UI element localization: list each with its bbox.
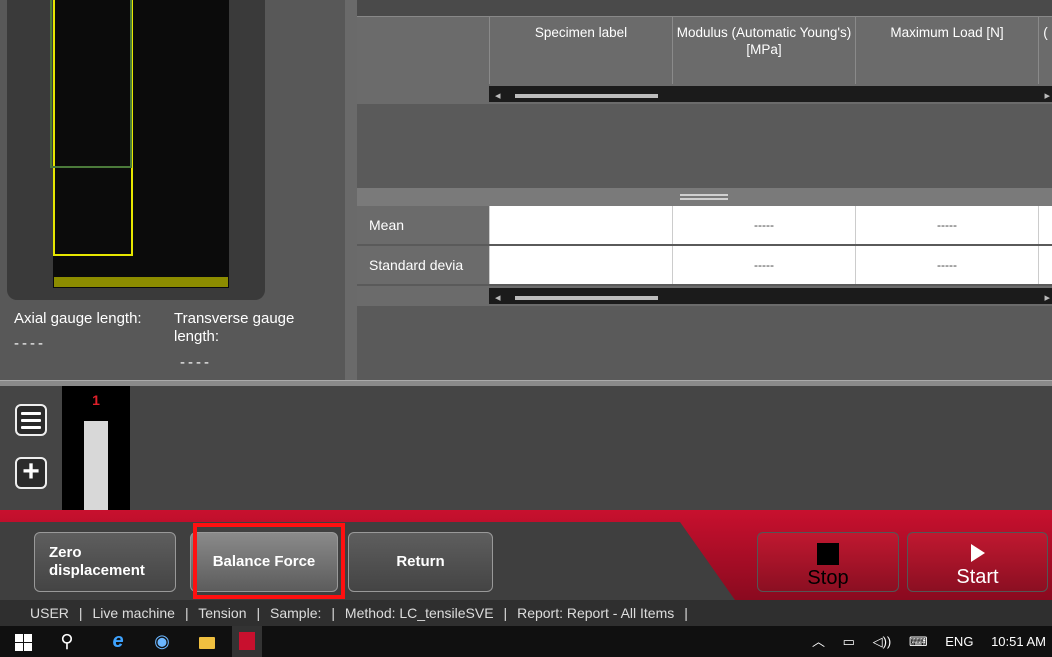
scroll-left-icon[interactable]: ◂ [495, 288, 501, 308]
grip-outline [50, 0, 132, 168]
specimen-tile[interactable]: 1 [62, 386, 130, 510]
app-window: Axial gauge length: ---- Transverse gaug… [0, 0, 1052, 657]
specimen-strip: + 1 [0, 386, 1052, 510]
stat-cell [489, 206, 672, 244]
stat-label: Mean [357, 206, 489, 244]
specimen-number: 1 [92, 392, 100, 408]
horizontal-scrollbar[interactable]: ◂ ▸ [489, 288, 1052, 304]
status-bar: USER | Live machine | Tension | Sample: | Me… [0, 600, 1052, 626]
menu-icon[interactable] [15, 404, 47, 436]
edge-browser-icon[interactable]: e [106, 626, 130, 657]
status-sample: Sample: [270, 605, 322, 621]
status-test-type: Tension [198, 605, 247, 621]
table-toolbar-strip [357, 0, 1052, 16]
return-button[interactable]: Return [348, 532, 493, 592]
stat-label: Standard devia [357, 246, 489, 284]
start-button[interactable]: Start [907, 532, 1048, 592]
axial-gauge-length: Axial gauge length: ---- [14, 310, 179, 352]
scroll-thumb[interactable] [515, 94, 658, 98]
stop-icon [817, 542, 839, 565]
lower-grip-bar [54, 277, 228, 287]
stat-cell: ----- [855, 246, 1038, 284]
scroll-right-icon[interactable]: ▸ [1044, 86, 1050, 106]
stop-button[interactable]: Stop [757, 532, 899, 592]
axial-gauge-label: Axial gauge length: [14, 310, 142, 327]
stat-cell [1038, 206, 1052, 244]
bluehill-app-icon[interactable] [232, 626, 262, 657]
search-icon[interactable]: ⚲ [55, 626, 79, 657]
highlight-box [193, 523, 345, 599]
media-player-icon[interactable]: ◉ [150, 626, 174, 657]
axial-gauge-value: ---- [14, 335, 46, 352]
horizontal-scrollbar[interactable]: ◂ ▸ [489, 86, 1052, 102]
network-icon[interactable]: ▭ [843, 634, 855, 649]
stat-row-standard-deviation: Standard devia ----- ----- [357, 246, 1052, 284]
windows-taskbar: ⚲ e ◉ ︿ ▭ ◁)) ⌨ ENG 10:51 AM [0, 626, 1052, 657]
status-report: Report: Report - All Items [517, 605, 675, 621]
language-indicator[interactable]: ENG [945, 634, 973, 649]
volume-icon[interactable]: ◁)) [873, 634, 892, 649]
clock[interactable]: 10:51 AM [991, 634, 1046, 649]
results-table: Specimen label Modulus (Automatic Young'… [357, 0, 1052, 380]
file-explorer-icon[interactable] [196, 626, 218, 657]
play-icon [970, 543, 985, 562]
transverse-gauge-value: ---- [180, 354, 212, 371]
status-method: Method: LC_tensileSVE [344, 605, 494, 621]
column-header-modulus[interactable]: Modulus (Automatic Young's) [MPa] [672, 17, 855, 85]
vertical-splitter[interactable] [345, 0, 357, 380]
keyboard-icon[interactable]: ⌨ [909, 634, 928, 649]
add-specimen-icon[interactable]: + [15, 457, 47, 489]
column-header-partial[interactable]: ( [1038, 17, 1052, 85]
stop-label: Stop [807, 566, 849, 589]
table-header-row: Specimen label Modulus (Automatic Young'… [357, 16, 1052, 85]
scroll-thumb[interactable] [515, 296, 658, 300]
stat-cell: ----- [672, 246, 855, 284]
tray-chevron-up-icon[interactable]: ︿ [812, 634, 825, 649]
table-splitter[interactable] [357, 188, 1052, 206]
status-machine: Live machine [92, 605, 175, 621]
windows-start-icon[interactable] [12, 626, 32, 657]
specimen-progress-bar [84, 421, 108, 510]
splitter-grip-icon[interactable] [680, 194, 728, 196]
zero-displacement-button[interactable]: Zero displacement [34, 532, 176, 592]
stat-row-mean: Mean ----- ----- [357, 206, 1052, 244]
transverse-gauge-label: Transverse gauge length: [174, 310, 295, 345]
stats-scroll-row: ◂ ▸ [357, 286, 1052, 306]
column-header-specimen-label[interactable]: Specimen label [489, 17, 672, 85]
stat-cell [489, 246, 672, 284]
start-label: Start [956, 565, 999, 588]
control-bar: Zero displacement Balance Force Return S… [0, 510, 1052, 600]
column-header-maximum-load[interactable]: Maximum Load [N] [855, 17, 1038, 85]
results-scroll-row: ◂ ▸ [357, 84, 1052, 104]
system-tray: ︿ ▭ ◁)) ⌨ ENG 10:51 AM [798, 626, 1046, 657]
status-user: USER [30, 605, 69, 621]
scroll-left-icon[interactable]: ◂ [495, 86, 501, 106]
stat-cell: ----- [855, 206, 1038, 244]
stat-cell: ----- [672, 206, 855, 244]
scroll-right-icon[interactable]: ▸ [1044, 288, 1050, 308]
results-empty-area [357, 104, 1052, 188]
specimen-panel: Axial gauge length: ---- Transverse gaug… [0, 0, 345, 380]
transverse-gauge-length: Transverse gauge length: ---- [174, 310, 334, 372]
stat-cell [1038, 246, 1052, 284]
specimen-viewer [7, 0, 265, 300]
column-header-row-labels [357, 17, 489, 85]
